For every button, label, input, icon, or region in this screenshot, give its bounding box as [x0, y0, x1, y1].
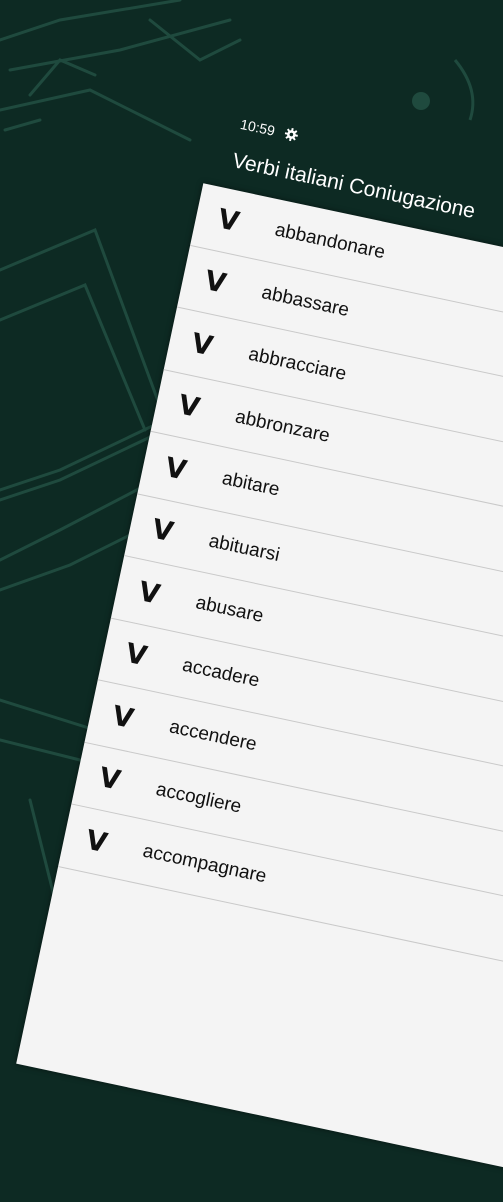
verb-v-icon: V	[175, 389, 203, 425]
verb-label: abusare	[193, 592, 266, 628]
verb-v-icon: V	[188, 327, 216, 363]
gear-icon	[283, 126, 300, 143]
verb-v-icon: V	[162, 451, 190, 487]
verb-v-icon: V	[201, 265, 229, 301]
verb-label: accadere	[180, 654, 262, 692]
verb-label: abbandonare	[272, 219, 387, 264]
verb-v-icon: V	[215, 203, 243, 238]
verb-v-icon: V	[149, 513, 176, 549]
verb-label: accendere	[167, 716, 259, 756]
verb-label: accogliere	[154, 778, 244, 818]
verb-v-icon: V	[96, 762, 124, 797]
verb-v-icon: V	[109, 700, 137, 735]
verb-label: abbracciare	[246, 343, 349, 386]
decor-dot	[412, 92, 430, 110]
status-time: 10:59	[238, 115, 277, 139]
verb-label: abbronzare	[233, 406, 332, 447]
verb-label: abituarsi	[206, 530, 282, 566]
verb-label: abbassare	[259, 281, 351, 321]
verb-label: abitare	[220, 468, 282, 501]
verb-v-icon: V	[135, 575, 163, 611]
verb-label: accompagnare	[140, 840, 269, 888]
verb-v-icon: V	[122, 638, 150, 673]
verb-v-icon: V	[83, 824, 110, 860]
